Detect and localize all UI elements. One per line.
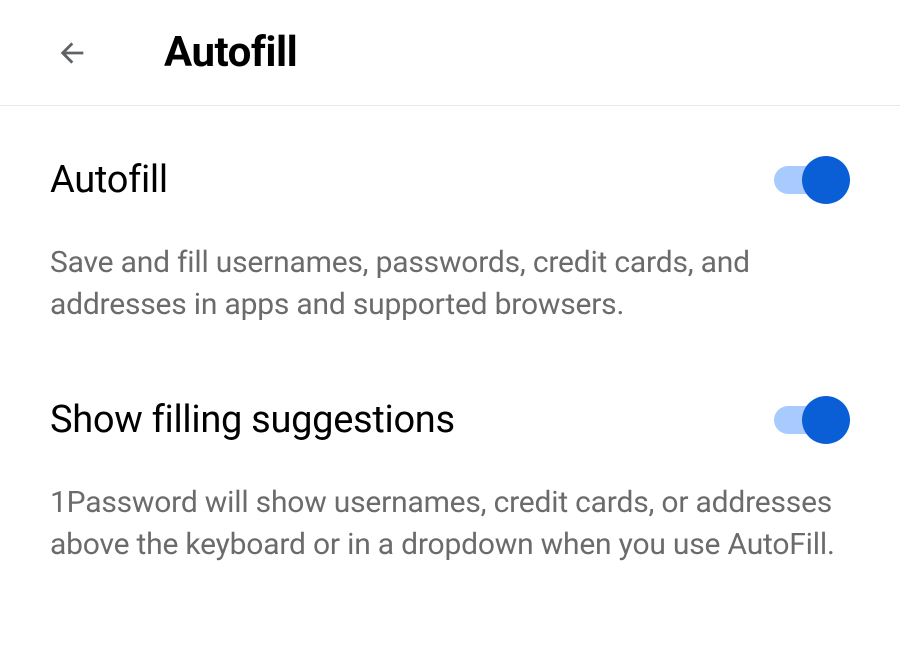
toggle-thumb xyxy=(802,156,850,204)
page-title: Autofill xyxy=(164,28,297,77)
suggestions-setting-title: Show filling suggestions xyxy=(50,398,455,442)
header: Autofill xyxy=(0,0,900,106)
back-button[interactable] xyxy=(50,31,94,75)
autofill-setting-description: Save and fill usernames, passwords, cred… xyxy=(50,242,850,326)
toggle-thumb xyxy=(802,396,850,444)
suggestions-setting-description: 1Password will show usernames, credit ca… xyxy=(50,482,850,566)
autofill-toggle[interactable] xyxy=(774,156,850,204)
settings-content: Autofill Save and fill usernames, passwo… xyxy=(0,106,900,566)
autofill-setting-row: Autofill xyxy=(50,156,850,204)
suggestions-toggle[interactable] xyxy=(774,396,850,444)
autofill-setting-title: Autofill xyxy=(50,158,168,202)
arrow-left-icon xyxy=(55,36,89,70)
suggestions-setting-row: Show filling suggestions xyxy=(50,396,850,444)
